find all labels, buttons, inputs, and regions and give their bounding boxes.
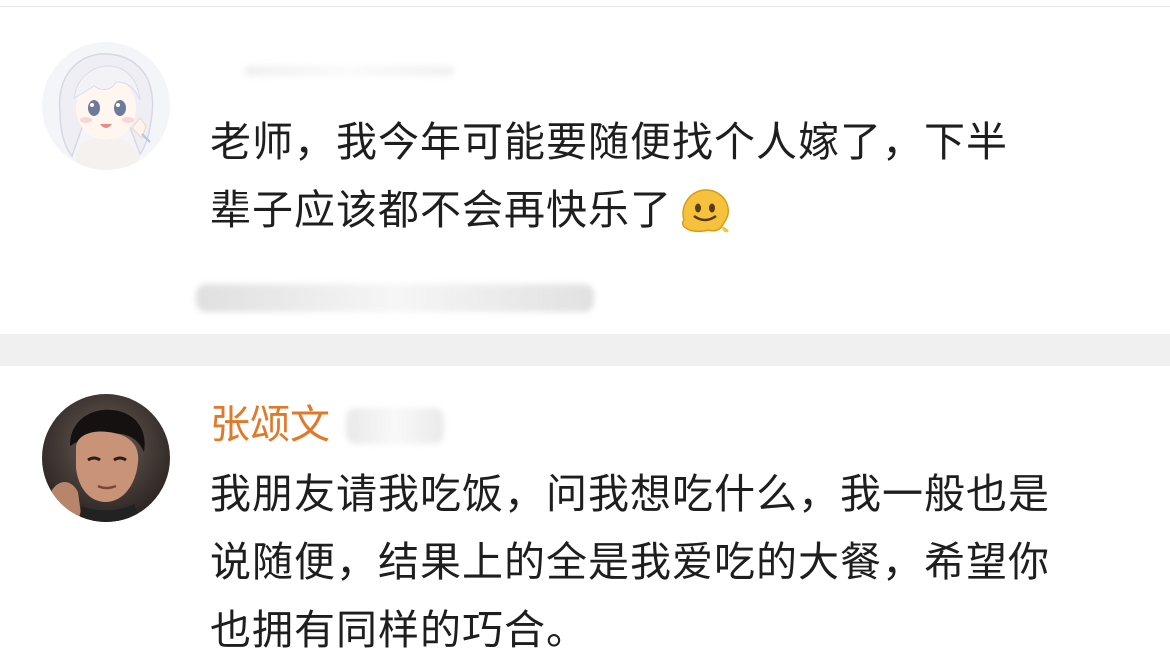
blurred-username bbox=[244, 66, 454, 76]
comment-text-line: 说随便，结果上的全是我爱吃的大餐，希望你 bbox=[210, 538, 1050, 586]
comment-text: 我朋友请我吃饭，问我想吃什么，我一般也是 说随便，结果上的全是我爱吃的大餐，希望… bbox=[210, 460, 1150, 664]
comment-text-segment: 辈子应该都不会再快乐了 bbox=[210, 186, 672, 234]
comment-text-line: 也拥有同样的巧合。 bbox=[210, 606, 588, 654]
username[interactable]: 张颂文 bbox=[210, 400, 330, 450]
comment-item: 老师，我今年可能要随便找个人嫁了，下半 辈子应该都不会再快乐了 bbox=[0, 8, 1170, 334]
comment-text: 老师，我今年可能要随便找个人嫁了，下半 辈子应该都不会再快乐了 bbox=[210, 108, 1110, 244]
avatar-anime-girl-icon[interactable] bbox=[42, 42, 170, 170]
comment-text-line: 老师，我今年可能要随便找个人嫁了，下半 bbox=[210, 118, 1008, 166]
comment-text-line: 辈子应该都不会再快乐了 bbox=[210, 176, 1110, 244]
melting-face-emoji-icon bbox=[678, 186, 732, 234]
blurred-user-badge bbox=[346, 408, 444, 444]
top-divider bbox=[0, 6, 1170, 7]
avatar-man-portrait-icon[interactable] bbox=[42, 394, 170, 522]
comment-item: 张颂文 我朋友请我吃饭，问我想吃什么，我一般也是 说随便，结果上的全是我爱吃的大… bbox=[0, 366, 1170, 668]
comment-text-line: 我朋友请我吃饭，问我想吃什么，我一般也是 bbox=[210, 470, 1050, 518]
section-separator bbox=[0, 334, 1170, 366]
blurred-comment-meta bbox=[196, 284, 594, 312]
